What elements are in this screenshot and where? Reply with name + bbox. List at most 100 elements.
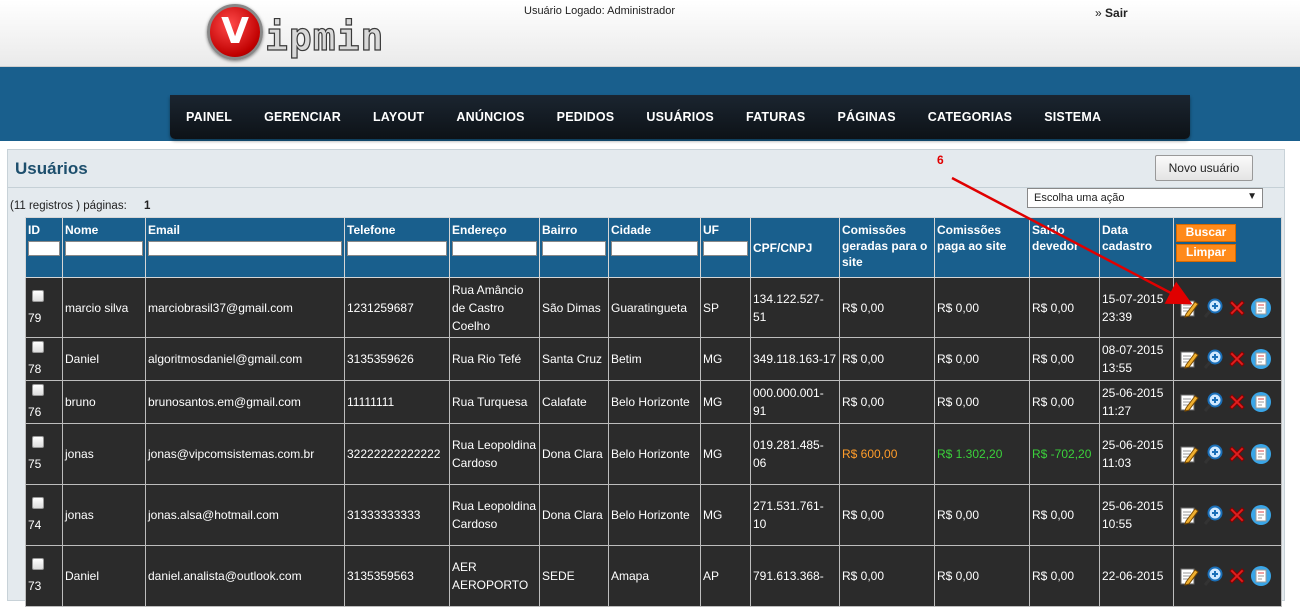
filter-cidade-input[interactable] <box>611 241 698 256</box>
delete-icon[interactable] <box>1226 297 1248 319</box>
col-uf: UF <box>700 217 751 278</box>
col-id: ID <box>25 217 63 278</box>
commission-paid-cell: R$ 1.302,20 <box>934 423 1030 485</box>
edit-icon[interactable] <box>1178 297 1200 319</box>
view-icon[interactable] <box>1202 504 1224 526</box>
nav-item-anuncios[interactable]: ANÚNCIOS <box>440 110 540 124</box>
filter-uf-input[interactable] <box>703 241 748 256</box>
col-actions: Buscar Limpar <box>1173 217 1282 278</box>
filter-bairro-input[interactable] <box>542 241 606 256</box>
nav-item-layout[interactable]: LAYOUT <box>357 110 440 124</box>
edit-icon[interactable] <box>1178 565 1200 587</box>
logo-text: ipmin <box>264 14 385 59</box>
nav-item-gerenciar[interactable]: GERENCIAR <box>248 110 357 124</box>
action-select[interactable]: Escolha uma ação ▼ <box>1027 188 1263 208</box>
nav-item-usuarios[interactable]: USUÁRIOS <box>630 110 730 124</box>
email-cell: jonas@vipcomsistemas.com.br <box>145 423 345 485</box>
city-cell: Betim <box>608 337 701 381</box>
logout-link[interactable]: » Sair <box>1095 6 1128 20</box>
row-id: 75 <box>28 457 42 471</box>
table-row: 74 jonas jonas.alsa@hotmail.com 31333333333… <box>25 484 1282 546</box>
caret-down-icon: ▼ <box>1247 191 1257 202</box>
nav-item-categorias[interactable]: CATEGORIAS <box>912 110 1028 124</box>
balance-cell: R$ 0,00 <box>1029 484 1100 546</box>
logo[interactable]: V ipmin <box>207 2 384 62</box>
commission-paid-cell: R$ 0,00 <box>934 337 1030 381</box>
details-icon[interactable] <box>1250 443 1272 465</box>
row-id: 74 <box>28 518 42 532</box>
date-cell: 08-07-2015 13:55 <box>1099 337 1174 381</box>
details-icon[interactable] <box>1250 565 1272 587</box>
actions-cell <box>1173 484 1282 546</box>
table-row: 73 Daniel daniel.analista@outlook.com 31353… <box>25 545 1282 607</box>
row-checkbox[interactable] <box>32 558 44 570</box>
phone-cell: 1231259687 <box>344 277 450 338</box>
date-cell: 25-06-2015 11:03 <box>1099 423 1174 485</box>
name-cell: marcio silva <box>62 277 146 338</box>
details-icon[interactable] <box>1250 504 1272 526</box>
view-icon[interactable] <box>1202 391 1224 413</box>
row-checkbox[interactable] <box>32 436 44 448</box>
view-icon[interactable] <box>1202 565 1224 587</box>
row-checkbox[interactable] <box>32 289 44 302</box>
nav-item-paginas[interactable]: PÁGINAS <box>821 110 911 124</box>
id-cell: 78 <box>25 337 63 381</box>
filter-email-input[interactable] <box>148 241 342 256</box>
col-comissoes-paga: Comissões paga ao site <box>934 217 1030 278</box>
filter-endereco-input[interactable] <box>452 241 537 256</box>
nav-item-painel[interactable]: PAINEL <box>170 110 248 124</box>
edit-icon[interactable] <box>1178 504 1200 526</box>
records-info: (11 registros ) páginas: 1 <box>10 200 150 212</box>
table-row: 75 jonas jonas@vipcomsistemas.com.br 322222… <box>25 423 1282 485</box>
state-cell: MG <box>700 337 751 381</box>
row-checkbox[interactable] <box>32 384 44 396</box>
new-user-button[interactable]: Novo usuário <box>1155 155 1253 181</box>
document-cell: 000.000.001-91 <box>750 380 840 424</box>
details-icon[interactable] <box>1250 348 1272 370</box>
delete-icon[interactable] <box>1226 504 1248 526</box>
document-cell: 019.281.485-06 <box>750 423 840 485</box>
delete-icon[interactable] <box>1226 443 1248 465</box>
edit-icon[interactable] <box>1178 348 1200 370</box>
view-icon[interactable] <box>1202 348 1224 370</box>
nav-item-sistema[interactable]: SISTEMA <box>1028 110 1117 124</box>
edit-icon[interactable] <box>1178 443 1200 465</box>
details-icon[interactable] <box>1250 297 1272 319</box>
row-checkbox[interactable] <box>32 497 44 509</box>
state-cell: AP <box>700 545 751 607</box>
col-comissoes-geradas: Comissões geradas para o site <box>839 217 935 278</box>
address-cell: AER AEROPORTO <box>449 545 540 607</box>
records-count: (11 registros ) páginas: <box>10 200 127 212</box>
delete-icon[interactable] <box>1226 565 1248 587</box>
address-cell: Rua Leopoldina Cardoso <box>449 484 540 546</box>
row-checkbox[interactable] <box>32 341 44 353</box>
row-id: 73 <box>28 579 42 593</box>
delete-icon[interactable] <box>1226 391 1248 413</box>
table-row: 76 bruno brunosantos.em@gmail.com 11111111 R… <box>25 380 1282 424</box>
phone-cell: 31333333333 <box>344 484 450 546</box>
id-cell: 73 <box>25 545 63 607</box>
page-link[interactable]: 1 <box>144 200 150 212</box>
nav-item-pedidos[interactable]: PEDIDOS <box>541 110 631 124</box>
filter-id-input[interactable] <box>28 241 60 256</box>
actions-cell <box>1173 545 1282 607</box>
details-icon[interactable] <box>1250 391 1272 413</box>
view-icon[interactable] <box>1202 443 1224 465</box>
phone-cell: 3135359626 <box>344 337 450 381</box>
view-icon[interactable] <box>1202 297 1224 319</box>
date-cell: 25-06-2015 10:55 <box>1099 484 1174 546</box>
search-button[interactable]: Buscar <box>1176 224 1236 242</box>
filter-nome-input[interactable] <box>65 241 143 256</box>
district-cell: SEDE <box>539 545 609 607</box>
commission-generated-cell: R$ 600,00 <box>839 423 935 485</box>
logout-label: Sair <box>1105 6 1128 20</box>
delete-icon[interactable] <box>1226 348 1248 370</box>
nav-item-faturas[interactable]: FATURAS <box>730 110 822 124</box>
clear-button[interactable]: Limpar <box>1176 244 1236 262</box>
edit-icon[interactable] <box>1178 391 1200 413</box>
id-cell: 75 <box>25 423 63 485</box>
filter-telefone-input[interactable] <box>347 241 447 256</box>
district-cell: São Dimas <box>539 277 609 338</box>
district-cell: Dona Clara <box>539 423 609 485</box>
address-cell: Rua Leopoldina Cardoso <box>449 423 540 485</box>
